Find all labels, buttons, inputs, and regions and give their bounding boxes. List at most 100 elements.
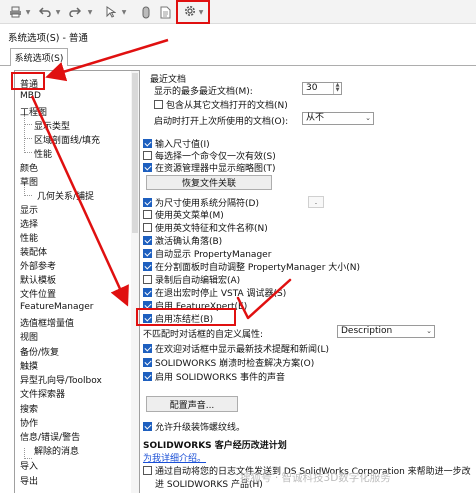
sidebar-item-drawing-performance[interactable]: 性能 <box>34 147 52 160</box>
more-info-link[interactable]: 为我详细介绍。 <box>143 451 206 464</box>
sidebar-item-drawings[interactable]: 工程图 <box>20 105 47 118</box>
include-other-sessions-checkbox[interactable]: 包含从其它文档打开的文档(N) <box>154 98 288 111</box>
checkbox-box[interactable] <box>143 344 152 353</box>
checkbox-box[interactable] <box>143 139 152 148</box>
category-tree[interactable]: 普通 MBD 工程图 显示类型 区域剖面线/填充 性能 颜色 草图 几何关系/捕… <box>14 70 140 493</box>
checkbox-label: 允许升级装饰螺纹线。 <box>155 423 246 433</box>
enable-event-sounds-checkbox[interactable]: 启用 SOLIDWORKS 事件的声音 <box>143 370 285 383</box>
checkbox-box[interactable] <box>143 288 152 297</box>
sidebar-item-search[interactable]: 搜索 <box>20 402 38 415</box>
sidebar-item-dismissed-messages[interactable]: 解除的消息 <box>34 444 79 457</box>
checkbox-label: 自动显示 PropertyManager <box>155 250 272 260</box>
file-properties-icon[interactable] <box>158 3 172 21</box>
select-pointer-icon[interactable] <box>104 3 118 21</box>
sidebar-item-selection[interactable]: 选择 <box>20 217 38 230</box>
tab-divider <box>0 65 10 66</box>
rebuild-icon[interactable] <box>140 3 152 21</box>
checkbox-box[interactable] <box>143 372 152 381</box>
checkbox-box[interactable] <box>143 223 152 232</box>
sidebar-item-import[interactable]: 导入 <box>20 459 38 472</box>
sidebar-item-performance[interactable]: 性能 <box>20 231 38 244</box>
sidebar-item-area-hatch[interactable]: 区域剖面线/填充 <box>34 133 100 146</box>
gear-icon <box>183 4 197 21</box>
scrollbar[interactable] <box>131 71 139 493</box>
sidebar-item-sketch[interactable]: 草图 <box>20 175 38 188</box>
sidebar-item-collaboration[interactable]: 协作 <box>20 416 38 429</box>
allow-upgrade-threads-checkbox[interactable]: 允许升级装饰螺纹线。 <box>143 420 245 433</box>
sidebar-item-colors[interactable]: 颜色 <box>20 161 38 174</box>
stop-vsta-debugger-checkbox[interactable]: 在退出宏时停止 VSTA 调试器(S) <box>143 286 286 299</box>
checkbox-box[interactable] <box>143 358 152 367</box>
annotation-highlight-freeze-bar <box>136 308 236 326</box>
checkbox-box[interactable] <box>143 422 152 431</box>
sidebar-item-display-style[interactable]: 显示类型 <box>34 119 70 132</box>
checkbox-label: 录制后自动编辑宏(A) <box>155 276 241 286</box>
annotation-highlight-general <box>11 72 45 90</box>
show-latest-tech-checkbox[interactable]: 在欢迎对话框中显示最新技术提醒和新闻(L) <box>143 342 329 355</box>
chevron-down-icon[interactable]: ▼ <box>120 3 128 21</box>
sidebar-item-default-templates[interactable]: 默认模板 <box>20 273 56 286</box>
sidebar-item-featuremanager[interactable]: FeatureManager <box>20 302 93 312</box>
activate-confirm-corner-checkbox[interactable]: 激活确认角落(B) <box>143 234 222 247</box>
checkbox-label: 包含从其它文档打开的文档(N) <box>166 101 288 111</box>
chevron-down-icon[interactable]: ▼ <box>54 3 62 21</box>
chevron-down-icon[interactable]: ▼ <box>199 9 204 16</box>
sidebar-item-external-references[interactable]: 外部参考 <box>20 259 56 272</box>
checkbox-box[interactable] <box>143 236 152 245</box>
checkbox-box[interactable] <box>143 249 152 258</box>
checkbox-box[interactable] <box>143 262 152 271</box>
system-separator-field[interactable]: . <box>308 196 324 208</box>
checkbox-box[interactable] <box>143 210 152 219</box>
sidebar-item-relations-snaps[interactable]: 几何关系/捕捉 <box>37 189 94 202</box>
tab-system-options[interactable]: 系统选项(S) <box>10 48 68 66</box>
sidebar-item-file-locations[interactable]: 文件位置 <box>20 287 56 300</box>
checkbox-box[interactable] <box>143 466 152 475</box>
max-recent-docs-label: 显示的最多最近文档(M): <box>154 87 253 97</box>
checkbox-box[interactable] <box>154 100 163 109</box>
auto-resize-propertymanager-checkbox[interactable]: 在分割面板时自动调整 PropertyManager 大小(N) <box>143 260 360 273</box>
max-recent-docs-stepper[interactable]: 30 ▲ ▼ <box>302 82 342 95</box>
auto-edit-macro-checkbox[interactable]: 录制后自动编辑宏(A) <box>143 273 240 286</box>
auto-show-propertymanager-checkbox[interactable]: 自动显示 PropertyManager <box>143 247 271 260</box>
restore-file-associations-button[interactable]: 恢复文件关联 <box>146 175 272 190</box>
chevron-down-icon: ⌄ <box>365 114 371 122</box>
sidebar-item-messages-errors-warnings[interactable]: 信息/错误/警告 <box>20 430 80 443</box>
open-last-used-select[interactable]: 从不 ⌄ <box>302 112 374 125</box>
redo-icon[interactable] <box>68 3 82 21</box>
undo-icon[interactable] <box>38 3 52 21</box>
checkbox-label: SOLIDWORKS 崩溃时检查解决方案(O) <box>155 359 315 369</box>
sidebar-item-display[interactable]: 显示 <box>20 203 38 216</box>
dialog-title: 系统选项(S) - 普通 <box>8 33 88 44</box>
chevron-down-icon[interactable]: ▼ <box>24 3 32 21</box>
sidebar-item-view[interactable]: 视图 <box>20 330 38 343</box>
sidebar-item-file-explorer[interactable]: 文件探索器 <box>20 387 65 400</box>
show-thumbnails-checkbox[interactable]: 在资源管理器中显示缩略图(T) <box>143 161 276 174</box>
checkbox-label: 使用英文特征和文件名称(N) <box>155 224 268 234</box>
checkbox-box[interactable] <box>143 163 152 172</box>
use-english-feature-names-checkbox[interactable]: 使用英文特征和文件名称(N) <box>143 221 268 234</box>
print-icon[interactable] <box>8 3 22 21</box>
sidebar-item-touch[interactable]: 触摸 <box>20 359 38 372</box>
chevron-down-icon[interactable]: ▼ <box>86 3 94 21</box>
scrollbar-thumb[interactable] <box>132 73 138 233</box>
sidebar-item-spin-box-increments[interactable]: 选值框增量值 <box>20 316 74 329</box>
tree-connector <box>24 115 25 153</box>
sidebar-item-backup-recover[interactable]: 备份/恢复 <box>20 345 59 358</box>
options-button[interactable]: ▼ <box>176 0 210 24</box>
sidebar-item-export[interactable]: 导出 <box>20 474 38 487</box>
custom-property-select[interactable]: Description ⌄ <box>337 325 435 338</box>
stepper-arrows-icon[interactable]: ▲ ▼ <box>333 83 341 94</box>
crash-solutions-checkbox[interactable]: SOLIDWORKS 崩溃时检查解决方案(O) <box>143 356 314 369</box>
configure-sounds-button[interactable]: 配置声音... <box>146 396 238 412</box>
sidebar-item-hole-wizard-toolbox[interactable]: 异型孔向导/Toolbox <box>20 373 102 386</box>
cep-heading: SOLIDWORKS 客户经历改进计划 <box>143 441 287 451</box>
checkbox-box[interactable] <box>143 198 152 207</box>
checkbox-box[interactable] <box>143 275 152 284</box>
use-english-menu-checkbox[interactable]: 使用英文菜单(M) <box>143 208 224 221</box>
no-match-property-label: 不匹配时对话框的自定义属性: <box>143 330 264 340</box>
open-last-used-label: 启动时打开上次所使用的文档(O): <box>154 117 289 127</box>
sidebar-item-mbd[interactable]: MBD <box>20 91 41 101</box>
checkbox-box[interactable] <box>143 151 152 160</box>
toolbar: ▼ ▼ ▼ ▼ ▼ <box>0 0 476 24</box>
sidebar-item-assemblies[interactable]: 装配体 <box>20 245 47 258</box>
